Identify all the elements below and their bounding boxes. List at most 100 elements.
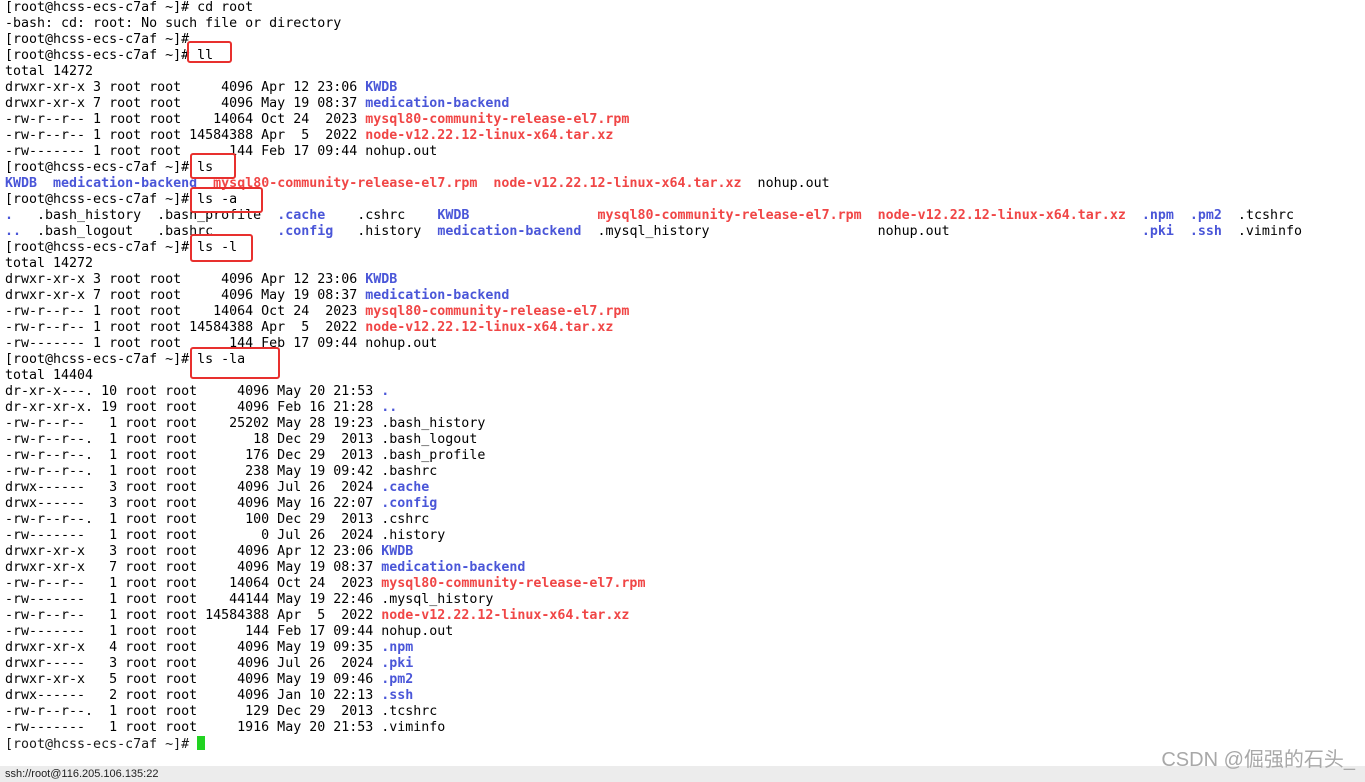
terminal-line: drwx------ 3 root root 4096 May 16 22:07…: [5, 496, 1365, 512]
terminal-text: drwx------ 3 root root 4096 Jul 26 2024: [5, 480, 382, 495]
terminal-line: dr-xr-x---. 10 root root 4096 May 20 21:…: [5, 384, 1365, 400]
terminal-line: drwxr-xr-x 7 root root 4096 May 19 08:37…: [5, 560, 1365, 576]
terminal-text: drwxr-xr-x 7 root root 4096 May 19 08:37: [5, 96, 366, 111]
directory-entry: .pm2: [381, 672, 414, 687]
terminal-text: -rw-r--r-- 1 root root 14064 Oct 24 2023: [5, 576, 382, 591]
directory-entry: .ssh: [381, 688, 414, 703]
archive-entry: node-v12.22.12-linux-x64.tar.xz: [493, 176, 742, 191]
directory-entry: medication-backend: [365, 96, 510, 111]
terminal-line: -rw-r--r--. 1 root root 238 May 19 09:42…: [5, 464, 1365, 480]
terminal-text: -rw-r--r--. 1 root root 129 Dec 29 2013 …: [5, 704, 438, 719]
terminal-text: -rw-r--r-- 1 root root 14584388 Apr 5 20…: [5, 128, 366, 143]
terminal-text: drwxr-xr-x 4 root root 4096 May 19 09:35: [5, 640, 382, 655]
directory-entry: .npm: [1141, 208, 1174, 223]
directory-entry: KWDB: [381, 544, 414, 559]
archive-entry: mysql80-community-release-el7.rpm: [597, 208, 862, 223]
terminal-text: drwx------ 2 root root 4096 Jan 10 22:13: [5, 688, 382, 703]
terminal-text: -rw-r--r--. 1 root root 18 Dec 29 2013 .…: [5, 432, 478, 447]
terminal-line: -rw------- 1 root root 144 Feb 17 09:44 …: [5, 624, 1365, 640]
directory-entry: KWDB: [365, 272, 398, 287]
directory-entry: medication-backend: [437, 224, 582, 239]
terminal-line: -rw-r--r-- 1 root root 14064 Oct 24 2023…: [5, 304, 1365, 320]
terminal-text: -rw-r--r--. 1 root root 238 May 19 09:42…: [5, 464, 438, 479]
terminal-text: drwxr----- 3 root root 4096 Jul 26 2024: [5, 656, 382, 671]
terminal-line: drwx------ 2 root root 4096 Jan 10 22:13…: [5, 688, 1365, 704]
archive-entry: mysql80-community-release-el7.rpm: [365, 304, 630, 319]
terminal-line: drwxr----- 3 root root 4096 Jul 26 2024 …: [5, 656, 1365, 672]
directory-entry: .cache: [381, 480, 430, 495]
terminal-line: drwxr-xr-x 7 root root 4096 May 19 08:37…: [5, 288, 1365, 304]
archive-entry: mysql80-community-release-el7.rpm: [365, 112, 630, 127]
directory-entry: medication-backend: [365, 288, 510, 303]
archive-entry: node-v12.22.12-linux-x64.tar.xz: [365, 320, 614, 335]
highlight-box-ls-a: [190, 187, 263, 213]
connection-url: ssh://root@116.205.106.135:22: [5, 768, 159, 780]
terminal-text: [root@hcss-ecs-c7af ~]# ls: [5, 160, 214, 175]
terminal-line: drwxr-xr-x 3 root root 4096 Apr 12 23:06…: [5, 544, 1365, 560]
directory-entry: ..: [5, 224, 22, 239]
directory-entry: KWDB: [365, 80, 398, 95]
directory-entry: .config: [277, 224, 334, 239]
directory-entry: .config: [381, 496, 438, 511]
terminal-text: total 14404: [5, 368, 94, 383]
terminal-line: drwx------ 3 root root 4096 Jul 26 2024 …: [5, 480, 1365, 496]
directory-entry: .npm: [381, 640, 414, 655]
terminal-text: .viminfo: [1221, 224, 1302, 239]
terminal-text: drwxr-xr-x 3 root root 4096 Apr 12 23:06: [5, 80, 366, 95]
terminal-text: -rw------- 1 root root 144 Feb 17 09:44 …: [5, 624, 454, 639]
terminal-text: drwx------ 3 root root 4096 May 16 22:07: [5, 496, 382, 511]
terminal-text: total 14272: [5, 64, 94, 79]
terminal-line: drwxr-xr-x 7 root root 4096 May 19 08:37…: [5, 96, 1365, 112]
terminal-text: -rw-r--r-- 1 root root 14584388 Apr 5 20…: [5, 608, 382, 623]
shell-prompt: [root@hcss-ecs-c7af ~]#: [5, 737, 198, 752]
watermark: CSDN @倔强的石头_: [1161, 749, 1355, 771]
highlight-box-ls-la: [190, 347, 280, 379]
archive-entry: mysql80-community-release-el7.rpm: [381, 576, 646, 591]
directory-entry: KWDB: [5, 176, 38, 191]
terminal-text: drwxr-xr-x 7 root root 4096 May 19 08:37: [5, 560, 382, 575]
terminal-line: -rw------- 1 root root 44144 May 19 22:4…: [5, 592, 1365, 608]
highlight-box-ls: [190, 153, 236, 179]
terminal-text: .cshrc: [325, 208, 438, 223]
highlight-box-ll: [187, 41, 232, 63]
terminal-text: -rw------- 1 root root 1916 May 20 21:53…: [5, 720, 446, 735]
terminal-text: [root@hcss-ecs-c7af ~]#: [5, 32, 190, 47]
terminal-text: [root@hcss-ecs-c7af ~]# cd root: [5, 0, 254, 15]
terminal-line: -rw-r--r--. 1 root root 129 Dec 29 2013 …: [5, 704, 1365, 720]
terminal-line: -rw-r--r-- 1 root root 14064 Oct 24 2023…: [5, 576, 1365, 592]
terminal-line: drwxr-xr-x 5 root root 4096 May 19 09:46…: [5, 672, 1365, 688]
terminal-line: drwxr-xr-x 4 root root 4096 May 19 09:35…: [5, 640, 1365, 656]
directory-entry: .pki: [1141, 224, 1174, 239]
terminal-text: [root@hcss-ecs-c7af ~]# ll: [5, 48, 214, 63]
terminal-text: .history: [333, 224, 438, 239]
terminal-line: -rw-r--r--. 1 root root 100 Dec 29 2013 …: [5, 512, 1365, 528]
highlight-box-ls-l: [190, 234, 253, 262]
text-cursor: [197, 736, 206, 750]
terminal-text: total 14272: [5, 256, 94, 271]
terminal-line: -rw-r--r-- 1 root root 14064 Oct 24 2023…: [5, 112, 1365, 128]
terminal-line: -rw-r--r-- 1 root root 25202 May 28 19:2…: [5, 416, 1365, 432]
terminal-line: [root@hcss-ecs-c7af ~]# cd root: [5, 0, 1365, 16]
terminal-line: -rw-r--r--. 1 root root 176 Dec 29 2013 …: [5, 448, 1365, 464]
terminal-text: drwxr-xr-x 3 root root 4096 Apr 12 23:06: [5, 272, 366, 287]
terminal-text: -rw-r--r--. 1 root root 176 Dec 29 2013 …: [5, 448, 486, 463]
terminal-text: -rw-r--r-- 1 root root 14064 Oct 24 2023: [5, 112, 366, 127]
terminal-text: drwxr-xr-x 5 root root 4096 May 19 09:46: [5, 672, 382, 687]
directory-entry: medication-backend: [381, 560, 526, 575]
terminal-text: nohup.out: [741, 176, 830, 191]
terminal-line: -rw------- 1 root root 0 Jul 26 2024 .hi…: [5, 528, 1365, 544]
terminal-line: -rw-r--r-- 1 root root 14584388 Apr 5 20…: [5, 608, 1365, 624]
terminal-text: drwxr-xr-x 7 root root 4096 May 19 08:37: [5, 288, 366, 303]
terminal-text: -rw-r--r-- 1 root root 14064 Oct 24 2023: [5, 304, 366, 319]
archive-entry: node-v12.22.12-linux-x64.tar.xz: [877, 208, 1126, 223]
directory-entry: .: [381, 384, 390, 399]
terminal-line: -rw------- 1 root root 1916 May 20 21:53…: [5, 720, 1365, 736]
directory-entry: ..: [381, 400, 398, 415]
terminal-text: -bash: cd: root: No such file or directo…: [5, 16, 342, 31]
